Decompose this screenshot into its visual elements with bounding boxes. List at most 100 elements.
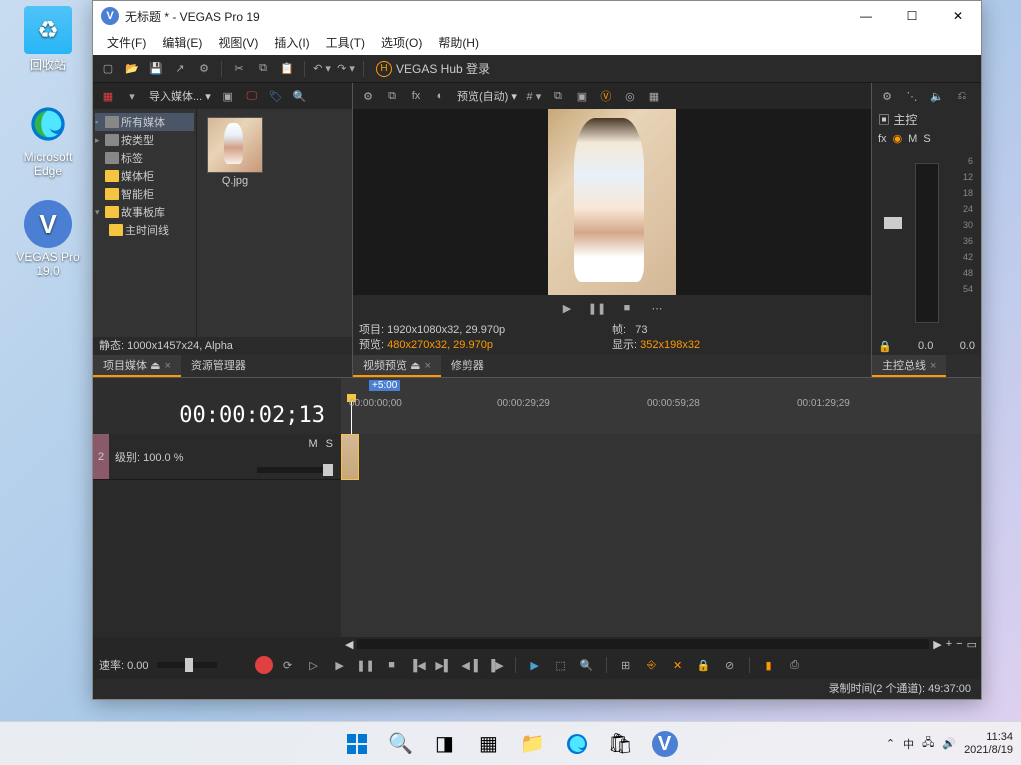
snapshot-icon[interactable]: ▣: [571, 85, 593, 107]
tab-master-bus[interactable]: 主控总线×: [872, 355, 946, 377]
marker-row[interactable]: +5:00: [341, 378, 981, 398]
render-icon[interactable]: ↗: [169, 58, 191, 80]
edge-button[interactable]: [557, 724, 597, 764]
menu-tools[interactable]: 工具(T): [318, 31, 373, 55]
zoom-in-icon[interactable]: +: [946, 638, 952, 650]
preview-viewport[interactable]: [353, 109, 871, 295]
scope-icon[interactable]: ▦: [643, 85, 665, 107]
cut-icon[interactable]: ✂: [228, 58, 250, 80]
tray-chevron-icon[interactable]: ⌃: [886, 737, 895, 750]
media-thumb[interactable]: Q.jpg: [205, 117, 265, 187]
adj-icon[interactable]: ◎: [619, 85, 641, 107]
marker-tool-icon[interactable]: ▮: [758, 654, 780, 676]
lock-icon[interactable]: 🔒: [878, 340, 892, 353]
widgets-button[interactable]: ▦: [469, 724, 509, 764]
ripple-icon[interactable]: ⎆: [641, 654, 663, 676]
menu-file[interactable]: 文件(F): [99, 31, 154, 55]
close-tab-icon[interactable]: ×: [424, 360, 430, 372]
play-icon[interactable]: ▶: [556, 297, 578, 319]
zoom-fit-icon[interactable]: ▭: [967, 638, 977, 651]
scroll-right-icon[interactable]: ▶: [933, 638, 941, 651]
master-fx[interactable]: fx: [878, 133, 887, 145]
vegas-taskbar[interactable]: V: [645, 724, 685, 764]
record-button[interactable]: [255, 656, 273, 674]
start-button[interactable]: [337, 724, 377, 764]
ext-preview-icon[interactable]: ⧉: [381, 85, 403, 107]
tree-main-timeline[interactable]: 主时间线: [95, 221, 194, 239]
ime-indicator[interactable]: 中: [903, 736, 914, 752]
capture-icon[interactable]: ▣: [217, 85, 239, 107]
tag-icon[interactable]: 🏷: [265, 85, 287, 107]
menu-edit[interactable]: 编辑(E): [154, 31, 210, 55]
menu-options[interactable]: 选项(O): [373, 31, 430, 55]
tree-all-media[interactable]: ▪所有媒体: [95, 113, 194, 131]
clock[interactable]: 11:342021/8/19: [964, 731, 1013, 757]
prev-frame-icon[interactable]: ◀▐: [459, 654, 481, 676]
menu-view[interactable]: 视图(V): [210, 31, 266, 55]
split-icon[interactable]: ◐: [429, 85, 451, 107]
track-mute[interactable]: M: [308, 438, 317, 450]
pause-icon[interactable]: ❚❚: [586, 297, 608, 319]
overlay-icon[interactable]: ⧉: [547, 85, 569, 107]
play-button[interactable]: ▶: [329, 654, 351, 676]
minimize-button[interactable]: ―: [843, 1, 889, 31]
timecode-display[interactable]: 00:00:02;13: [93, 398, 341, 434]
snap-icon[interactable]: ⊞: [615, 654, 637, 676]
open-icon[interactable]: 📂: [121, 58, 143, 80]
go-end-icon[interactable]: ▶▌: [433, 654, 455, 676]
import-media-button[interactable]: 导入媒体... ▾: [145, 88, 215, 104]
dim-icon[interactable]: 🔈: [926, 85, 948, 107]
screen-icon[interactable]: 🖵: [241, 85, 263, 107]
tab-explorer[interactable]: 资源管理器: [181, 355, 256, 377]
menu-insert[interactable]: 插入(I): [266, 31, 317, 55]
redo-icon[interactable]: ↷ ▾: [335, 58, 357, 80]
ignore-icon[interactable]: ⊘: [719, 654, 741, 676]
select-tool-icon[interactable]: ⬚: [550, 654, 572, 676]
downmix-icon[interactable]: ⋱: [901, 85, 923, 107]
master-solo[interactable]: S: [923, 133, 930, 145]
remove-icon[interactable]: ▦: [97, 85, 119, 107]
views-icon[interactable]: ▾: [121, 85, 143, 107]
edit-tool-icon[interactable]: ▶: [524, 654, 546, 676]
play-start-icon[interactable]: ▷: [303, 654, 325, 676]
mixer-icon[interactable]: ⎌: [951, 85, 973, 107]
pause-button[interactable]: ❚❚: [355, 654, 377, 676]
store-button[interactable]: 🛍: [601, 724, 641, 764]
tree-bins[interactable]: 媒体柜: [95, 167, 194, 185]
close-button[interactable]: ✕: [935, 1, 981, 31]
more-tools-icon[interactable]: ⎙: [784, 654, 806, 676]
close-tab-icon[interactable]: ×: [930, 360, 936, 372]
more-icon[interactable]: ⋯: [646, 297, 668, 319]
taskview-button[interactable]: ◨: [425, 724, 465, 764]
desktop-recycle-bin[interactable]: 回收站: [10, 6, 86, 73]
tree-tags[interactable]: 标签: [95, 149, 194, 167]
loop-icon[interactable]: ⟳: [277, 654, 299, 676]
track-solo[interactable]: S: [326, 438, 333, 450]
video-clip[interactable]: [341, 434, 359, 480]
grid-icon[interactable]: # ▾: [523, 85, 545, 107]
desktop-edge[interactable]: Microsoft Edge: [10, 100, 86, 178]
rate-slider[interactable]: [157, 662, 217, 668]
tab-trimmer[interactable]: 修剪器: [441, 355, 494, 377]
explorer-button[interactable]: 📁: [513, 724, 553, 764]
desktop-vegas[interactable]: VVEGAS Pro 19.0: [10, 200, 86, 278]
time-ruler[interactable]: 00:00:00;00 00:00:29;29 00:00:59;28 00:0…: [341, 398, 981, 434]
menu-help[interactable]: 帮助(H): [430, 31, 487, 55]
prev-props-icon[interactable]: ⚙: [357, 85, 379, 107]
h-scrollbar[interactable]: [357, 639, 929, 649]
tree-smart[interactable]: 智能柜: [95, 185, 194, 203]
search-icon[interactable]: 🔍: [289, 85, 311, 107]
auto-crossfade-icon[interactable]: ✕: [667, 654, 689, 676]
track-header[interactable]: 2 级别: 100.0 % MS: [93, 434, 341, 480]
paste-icon[interactable]: 📋: [276, 58, 298, 80]
new-icon[interactable]: ▢: [97, 58, 119, 80]
stop-button[interactable]: ■: [381, 654, 403, 676]
marker[interactable]: +5:00: [369, 380, 400, 391]
network-icon[interactable]: 🖧: [922, 734, 934, 753]
zoom-out-icon[interactable]: −: [956, 638, 962, 650]
meter-split-icon[interactable]: ◧◨: [884, 217, 902, 229]
undo-icon[interactable]: ↶ ▾: [311, 58, 333, 80]
track-level-slider[interactable]: [257, 467, 333, 473]
tab-project-media[interactable]: 项目媒体 ⏏×: [93, 355, 181, 377]
tab-video-preview[interactable]: 视频预览 ⏏×: [353, 355, 441, 377]
